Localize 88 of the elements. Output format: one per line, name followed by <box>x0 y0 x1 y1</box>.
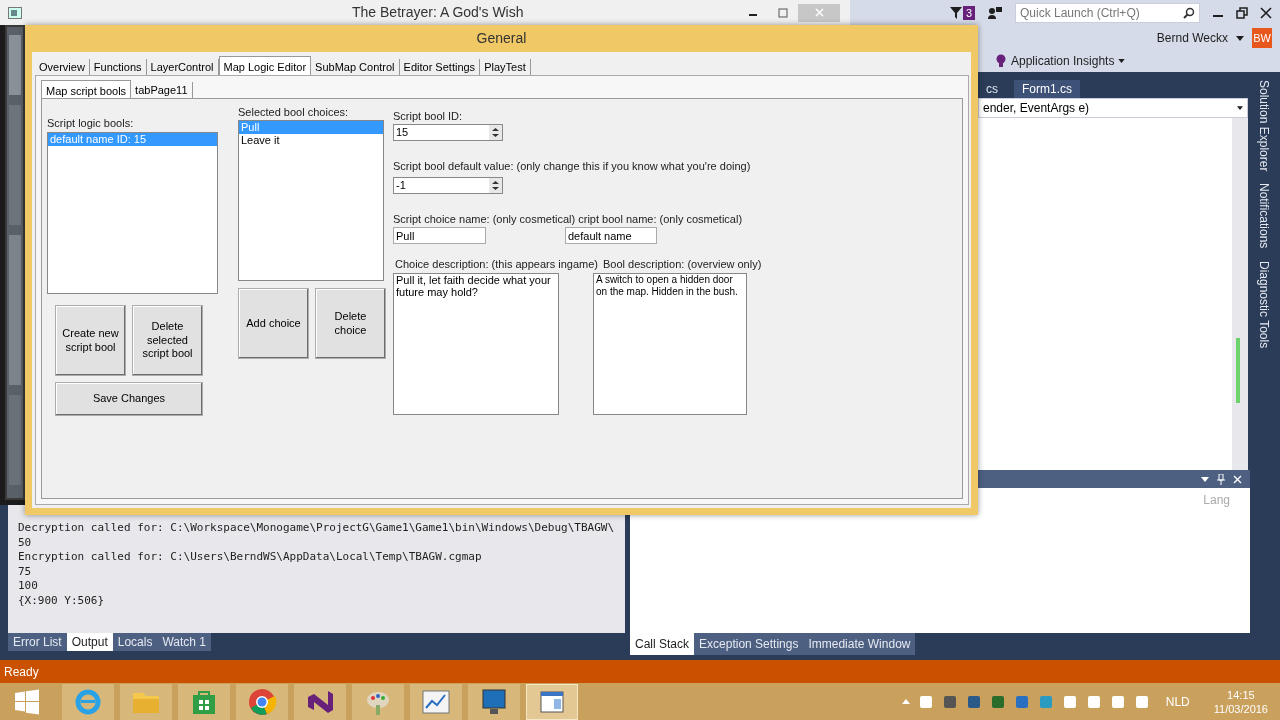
search-icon <box>1183 7 1195 19</box>
tray-icon[interactable] <box>1133 693 1150 710</box>
caret-icon <box>1237 106 1243 110</box>
application-insights-menu[interactable]: Application Insights <box>1011 52 1115 70</box>
monitor-icon <box>479 686 509 717</box>
taskbar-app[interactable] <box>526 683 578 720</box>
panel-tab[interactable]: Immediate Window <box>803 633 916 655</box>
caret-icon[interactable] <box>1201 476 1209 482</box>
tray-icon[interactable] <box>1061 693 1078 710</box>
tray-icon[interactable] <box>1013 693 1030 710</box>
panel-tab[interactable]: Watch 1 <box>157 633 211 651</box>
taskbar-app[interactable] <box>178 683 230 720</box>
output-line: 100 <box>18 579 38 594</box>
panel-tab[interactable]: Error List <box>8 633 67 651</box>
field-label: Bool description: (overview only) <box>603 257 762 270</box>
bool-description-field[interactable]: A switch to open a hidden door on the map. Hidden in the bush. <box>593 273 747 415</box>
maximize-icon[interactable] <box>778 7 788 18</box>
number-spinner[interactable]: -1 <box>393 177 503 194</box>
tray-icon[interactable] <box>917 693 934 710</box>
caret-icon[interactable] <box>1118 59 1126 63</box>
dialog-title: General <box>476 29 527 48</box>
field-label: Script choice name: (only cosmetical) cript bool name: (only cosmetical) <box>393 212 744 225</box>
choice-list[interactable]: Pull Leave it <box>238 120 384 281</box>
choice-description-field[interactable]: Pull it, let faith decide what your future may hold? <box>393 273 559 415</box>
add-choice-button[interactable]: Add choice <box>238 288 309 359</box>
tab[interactable]: Map Logic Editor <box>218 56 312 75</box>
column-header: Lang <box>1203 492 1231 509</box>
app-icon <box>8 6 22 19</box>
close-button[interactable] <box>798 3 840 22</box>
output-line: Decryption called for: C:\Workspace\Monogame\ProjectG\Game1\Game1\bin\Windows\Debug\TBAGW\ <box>18 521 615 536</box>
spinner-arrows-icon <box>489 125 502 140</box>
output-line: {X:900 Y:506} <box>18 593 105 608</box>
notification-badge: 3 <box>962 6 975 20</box>
caret-up-icon[interactable] <box>901 699 910 704</box>
field-label: Choice description: (this appears ingame) <box>395 257 598 270</box>
tray-icon[interactable] <box>1109 693 1126 710</box>
field-label: Selected bool choices: <box>238 105 350 118</box>
quick-launch-field[interactable]: Quick Launch (Ctrl+Q) <box>1015 3 1200 23</box>
window-title: The Betrayer: A God's Wish <box>352 3 524 22</box>
user-name[interactable]: Bernd Weckx <box>1156 29 1228 47</box>
tray-icon[interactable] <box>989 693 1006 710</box>
output-line: 50 <box>18 535 32 550</box>
tab[interactable]: Map script bools <box>41 80 132 98</box>
spinner-arrows-icon <box>489 178 502 193</box>
number-spinner[interactable]: 15 <box>393 124 503 141</box>
tray-icon[interactable] <box>1085 693 1102 710</box>
field-label: Script bool ID: <box>393 109 464 122</box>
output-line: Encryption called for: C:\Users\BerndWS\AppData\Local\Temp\TBAGW.cgmap <box>18 550 482 565</box>
windows-start-icon[interactable] <box>14 688 40 715</box>
taskbar-app[interactable] <box>236 683 288 720</box>
scrollbar[interactable] <box>1232 118 1248 470</box>
pin-icon[interactable] <box>1217 473 1225 485</box>
side-panel-tab[interactable]: Diagnostic Tools <box>1255 260 1273 348</box>
document-tab[interactable]: cs <box>978 80 1006 98</box>
delete-button[interactable]: Delete selected script bool <box>132 305 203 376</box>
choice-name-field[interactable]: Pull <box>393 227 486 244</box>
bool-name-field[interactable]: default name <box>565 227 657 244</box>
chrome-icon <box>247 686 277 717</box>
field-label: Script logic bools: <box>47 116 135 129</box>
list-item[interactable]: Leave it <box>239 134 383 147</box>
taskbar-app[interactable] <box>468 683 520 720</box>
save-button[interactable]: Save Changes <box>55 382 203 416</box>
create-button[interactable]: Create new script bool <box>55 305 126 376</box>
output-line: 75 <box>18 564 32 579</box>
member-dropdown[interactable]: ender, EventArgs e) <box>978 98 1248 118</box>
tray-icon[interactable] <box>941 693 958 710</box>
feedback-icon[interactable] <box>987 6 1003 20</box>
status-text: Ready <box>4 663 39 681</box>
filter-icon[interactable] <box>948 6 963 20</box>
field-label: Script bool default value: (only change this if you know what you're doing) <box>393 159 752 172</box>
close-icon[interactable] <box>1260 7 1272 19</box>
panel-tab[interactable]: Locals <box>112 633 158 651</box>
panel-tab[interactable]: Exception Settings <box>694 633 804 655</box>
close-icon <box>814 8 824 17</box>
chart-icon <box>421 687 451 716</box>
document-tab[interactable]: Form1.cs <box>1014 80 1080 98</box>
taskbar-app[interactable] <box>294 683 346 720</box>
tray-icon[interactable] <box>965 693 982 710</box>
side-panel-tab[interactable]: Solution Explorer <box>1255 80 1273 172</box>
lightbulb-icon <box>995 54 1007 68</box>
side-panel-tab[interactable]: Notifications <box>1255 183 1273 249</box>
caret-icon[interactable] <box>1236 35 1244 41</box>
panel-tab[interactable]: Output <box>66 633 113 651</box>
delete-choice-button[interactable]: Delete choice <box>315 288 386 359</box>
restore-icon[interactable] <box>1236 7 1248 19</box>
panel-tab[interactable]: Call Stack <box>630 633 695 655</box>
taskbar-app[interactable] <box>410 683 462 720</box>
user-avatar[interactable]: BW <box>1252 28 1272 48</box>
